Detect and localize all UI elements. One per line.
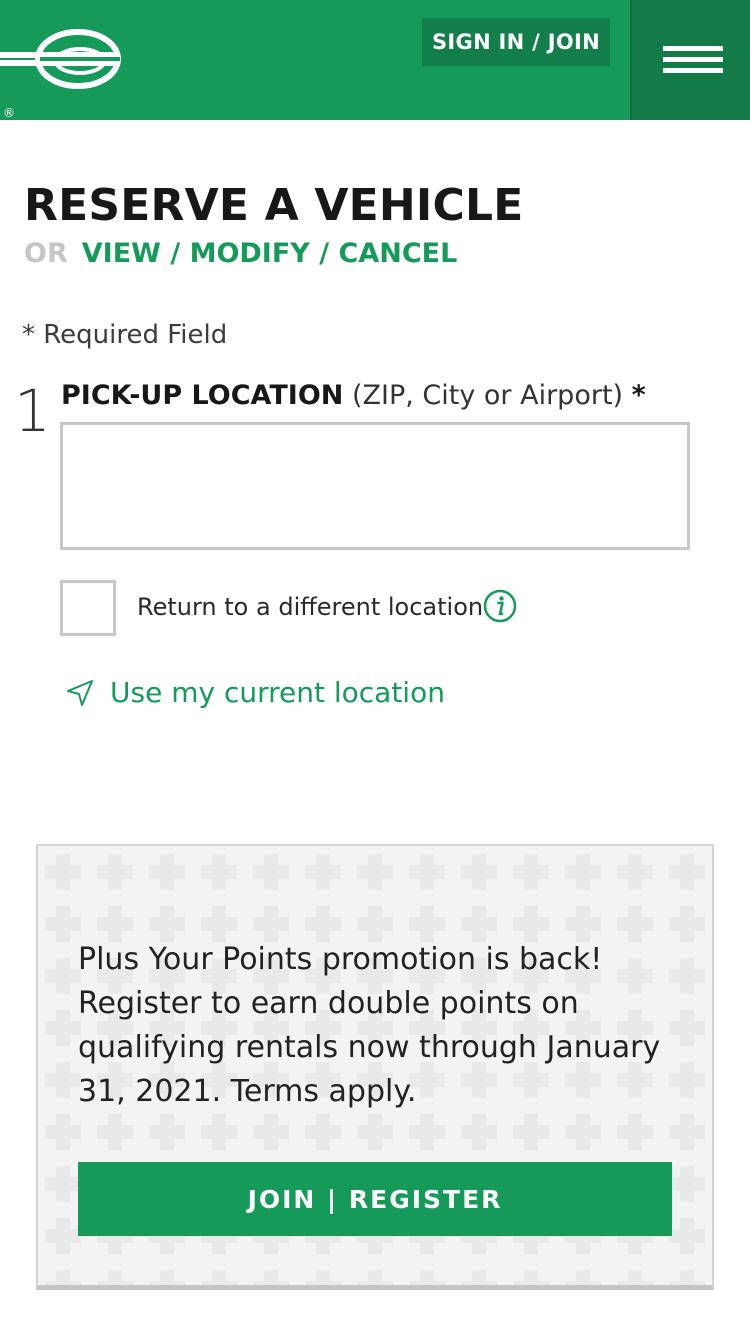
join-register-button[interactable]: JOIN | REGISTER: [78, 1162, 672, 1236]
sign-in-join-button[interactable]: SIGN IN / JOIN: [422, 18, 610, 66]
step-number: 1: [14, 377, 51, 445]
pickup-location-label: PICK-UP LOCATION (ZIP, City or Airport) …: [61, 378, 646, 414]
pickup-location-input[interactable]: [60, 422, 690, 550]
enterprise-e-logo[interactable]: [0, 28, 122, 90]
use-current-location-text: Use my current location: [110, 676, 445, 709]
pickup-hint-text: (ZIP, City or Airport): [351, 380, 624, 411]
title-subrow: OR VIEW / MODIFY / CANCEL: [24, 236, 457, 272]
required-star: *: [631, 380, 646, 411]
info-icon[interactable]: [483, 589, 517, 623]
registered-mark: ®: [3, 106, 15, 120]
page-title: RESERVE A VEHICLE: [24, 180, 524, 231]
pickup-label-text: PICK-UP LOCATION: [61, 380, 344, 411]
promo-text: Plus Your Points promotion is back! Regi…: [78, 942, 661, 1109]
or-label: OR: [24, 238, 68, 269]
view-modify-cancel-link[interactable]: VIEW / MODIFY / CANCEL: [82, 238, 458, 269]
return-different-location-label[interactable]: Return to a different location: [137, 590, 483, 624]
promo-banner: Plus Your Points promotion is back! Regi…: [36, 844, 714, 1290]
required-field-note: * Required Field: [22, 320, 228, 350]
hamburger-menu-icon[interactable]: [630, 0, 750, 120]
location-arrow-icon: [67, 680, 93, 706]
top-header: ® SIGN IN / JOIN: [0, 0, 750, 120]
return-different-location-checkbox[interactable]: [60, 580, 116, 636]
use-current-location-link[interactable]: Use my current location: [64, 674, 445, 712]
